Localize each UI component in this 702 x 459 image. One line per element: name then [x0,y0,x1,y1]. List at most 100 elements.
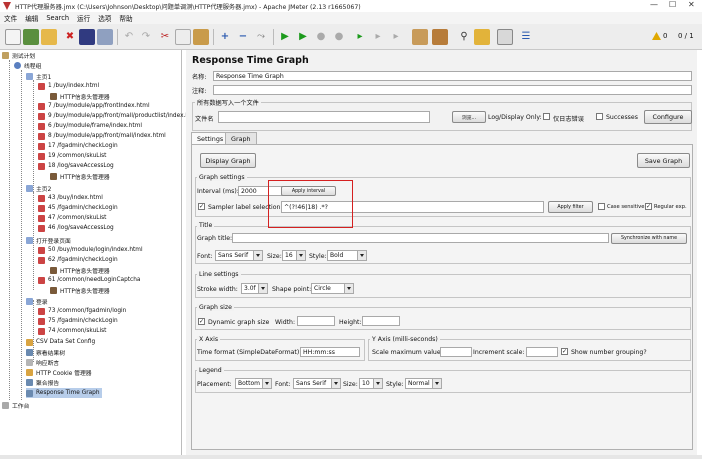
toggle-icon[interactable]: ⤳ [253,29,269,45]
scale-max-field[interactable] [440,347,472,357]
number-grouping-checkbox[interactable] [561,348,568,355]
tree-node-sampler[interactable]: 62 /fgadmin/checkLogin [38,255,118,265]
tree-node-sampler[interactable]: 73 /common/fgadmin/login [38,306,126,316]
search-icon[interactable]: ⚲ [456,29,472,45]
tree-node-header-manager[interactable]: HTTP信息头管理器 [50,285,110,295]
stroke-width-select[interactable]: 3.0f [241,283,268,294]
tree-node-sampler[interactable]: 18 /log/saveAccessLog [38,161,114,171]
tree-node-sampler[interactable]: 61 /common/needLoginCaptcha [38,275,140,285]
increment-field[interactable] [526,347,558,357]
tree-node-test-plan[interactable]: 测试计划 [2,50,35,60]
start-no-pauses-icon[interactable]: ▶ [295,29,311,45]
save-icon[interactable] [79,29,95,45]
open-icon[interactable] [41,29,57,45]
copy-icon[interactable] [175,29,191,45]
tree-node-sampler[interactable]: 17 /fgadmin/checkLogin [38,141,118,151]
tree-node-controller[interactable]: 主页2 [26,183,51,193]
tree-node-listener[interactable]: 聚合报告 [26,377,59,387]
menu-search[interactable]: Search [46,14,69,22]
display-graph-button[interactable]: Display Graph [200,153,256,168]
horizontal-scrollbar[interactable] [0,455,702,459]
remote-shutdown-icon[interactable]: ▸ [388,29,404,45]
minimize-button[interactable]: — [650,0,658,9]
save-image-icon[interactable] [97,29,113,45]
expand-icon[interactable]: + [217,29,233,45]
menu-help[interactable]: 帮助 [119,13,132,23]
close-file-icon[interactable]: ✖ [62,29,78,45]
tree-node-header-manager[interactable]: HTTP信息头管理器 [50,91,110,101]
tree-node-sampler[interactable]: 19 /common/skuList [38,151,106,161]
tree-node-header-manager[interactable]: HTTP信息头管理器 [50,171,110,181]
save-graph-button[interactable]: Save Graph [637,153,690,168]
stop-icon[interactable]: ● [313,29,329,45]
new-icon[interactable] [5,29,21,45]
remote-stop-icon[interactable]: ▸ [370,29,386,45]
templates-icon[interactable] [23,29,39,45]
apply-filter-button[interactable]: Apply filter [548,201,593,213]
tree-node-sampler[interactable]: 43 /buy/index.html [38,193,103,203]
menu-run[interactable]: 运行 [77,13,90,23]
tree-node-sampler[interactable]: 47 /common/skuList [38,213,106,223]
filename-field[interactable] [218,111,430,123]
collapse-icon[interactable]: − [235,29,251,45]
shutdown-icon[interactable]: ● [331,29,347,45]
tree-node-sampler[interactable]: 1 /buy/index.html [38,81,99,91]
test-plan-tree[interactable]: 测试计划 线程组 主页1 1 /buy/index.html HTTP信息头管理… [2,50,189,455]
tree-node-sampler[interactable]: 9 /buy/module/app/front/mall/productlist… [38,111,189,121]
legend-size-select[interactable]: 10 [359,378,383,389]
tree-node-sampler[interactable]: 50 /buy/module/login/index.html [38,245,143,255]
tree-node-sampler[interactable]: 8 /buy/module/app/front/mall/index.html [38,131,166,141]
undo-icon[interactable]: ↶ [121,29,137,45]
clear-icon[interactable] [412,29,428,45]
errors-only-checkbox[interactable] [543,113,550,120]
configure-button[interactable]: Configure [644,110,692,124]
reset-search-icon[interactable] [474,29,490,45]
tree-node-config[interactable]: CSV Data Set Config [26,337,95,347]
synchronize-button[interactable]: Synchronize with name [611,233,687,244]
legend-font-select[interactable]: Sans Serif [293,378,341,389]
redo-icon[interactable]: ↷ [138,29,154,45]
tree-node-sampler[interactable]: 74 /common/skuList [38,326,106,336]
tab-graph[interactable]: Graph [225,132,257,144]
menu-file[interactable]: 文件 [4,13,17,23]
paste-icon[interactable] [193,29,209,45]
tab-settings[interactable]: Settings [191,132,230,144]
menu-edit[interactable]: 编辑 [25,13,38,23]
tree-node-cookie-manager[interactable]: HTTP Cookie 管理器 [26,367,92,377]
help-icon[interactable]: ☰ [518,29,534,45]
tree-node-controller[interactable]: 主页1 [26,71,51,81]
regular-exp-checkbox[interactable] [645,203,652,210]
successes-checkbox[interactable] [596,113,603,120]
tree-node-listener[interactable]: 察看结果树 [26,347,65,357]
name-field[interactable]: Response Time Graph [213,71,692,81]
width-field[interactable] [297,316,335,326]
tree-node-workbench[interactable]: 工作台 [2,400,29,410]
tree-node-sampler[interactable]: 7 /buy/module/app/frontIndex.html [38,101,150,111]
tree-node-thread-group[interactable]: 线程组 [14,60,41,70]
remote-start-icon[interactable]: ▸ [352,29,368,45]
cut-icon[interactable]: ✂ [157,29,173,45]
menu-options[interactable]: 选项 [98,13,111,23]
tree-node-assertion[interactable]: 响应断言 [26,357,59,367]
sampler-label-checkbox[interactable] [198,203,205,210]
size-select[interactable]: 16 [282,250,306,261]
tree-node-sampler[interactable]: 75 /fgadmin/checkLogin [38,316,118,326]
dynamic-size-checkbox[interactable] [198,318,205,325]
maximize-button[interactable]: ☐ [669,0,676,9]
tree-node-response-time-graph[interactable]: Response Time Graph [26,388,102,398]
tree-node-sampler[interactable]: 46 /log/saveAccessLog [38,223,114,233]
tree-node-controller[interactable]: 登录 [26,296,48,306]
style-select[interactable]: Bold [327,250,367,261]
warning-icon[interactable] [652,32,661,40]
case-sensitive-checkbox[interactable] [598,203,605,210]
function-helper-icon[interactable] [497,29,513,45]
shape-point-select[interactable]: Circle [311,283,354,294]
font-select[interactable]: Sans Serif [215,250,263,261]
tree-node-controller[interactable]: 打开登录页面 [26,235,71,245]
browse-button[interactable]: 浏览... [452,111,486,123]
tree-node-header-manager[interactable]: HTTP信息头管理器 [50,265,110,275]
clear-all-icon[interactable] [432,29,448,45]
time-format-field[interactable]: HH:mm:ss [300,347,360,357]
graph-title-field[interactable] [232,233,609,243]
start-icon[interactable]: ▶ [277,29,293,45]
